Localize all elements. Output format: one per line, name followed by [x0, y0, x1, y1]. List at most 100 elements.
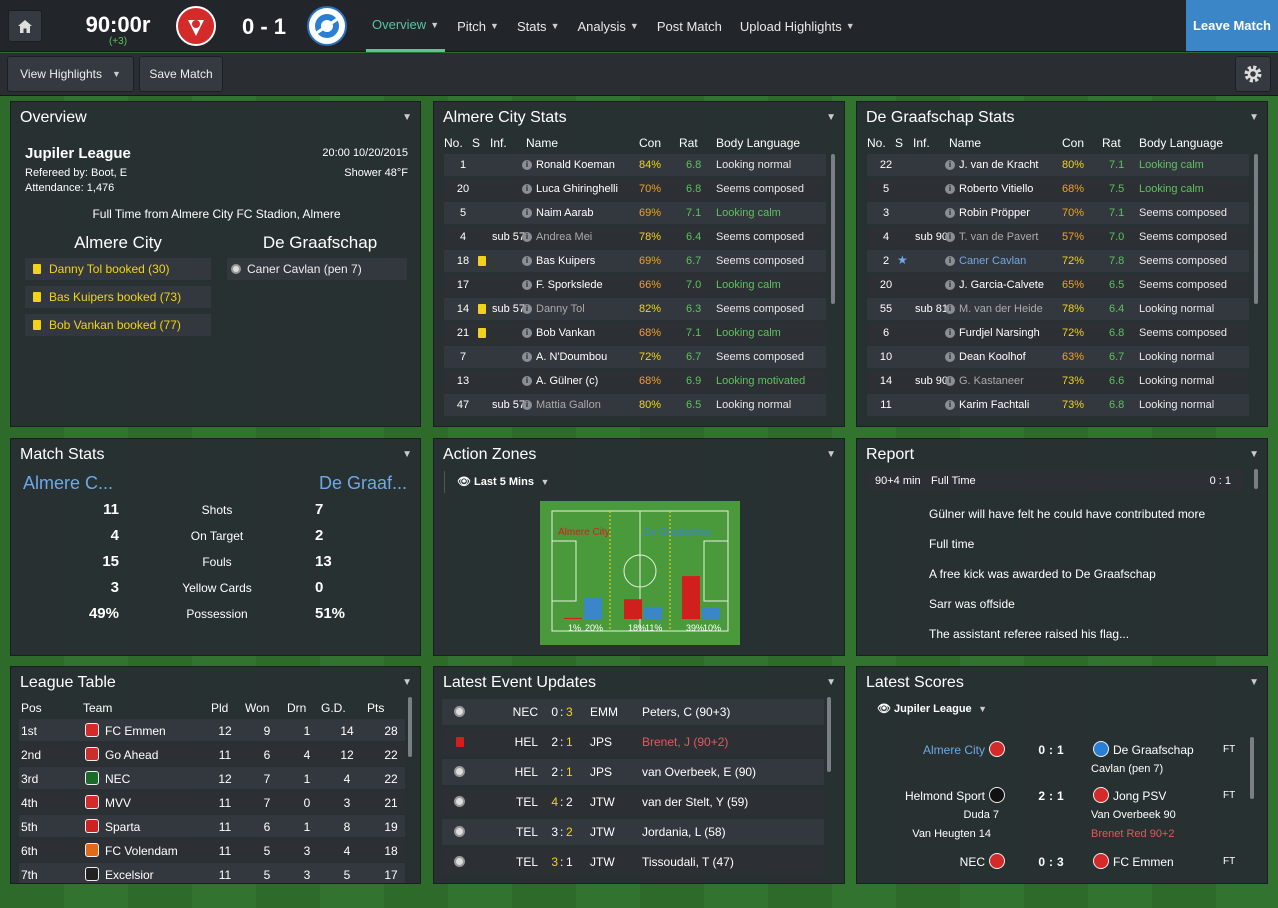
player-row[interactable]: 4 sub 57 i Andrea Mei 78% 6.4 Seems composed: [444, 226, 826, 248]
player-row[interactable]: 5 i Naim Aarab 69% 7.1 Looking calm: [444, 202, 826, 224]
info-icon[interactable]: i: [945, 232, 955, 242]
table-row[interactable]: 2nd Go Ahead 11 6 4 12 22: [19, 743, 405, 765]
team-name[interactable]: MVV: [105, 796, 131, 810]
info-icon[interactable]: i: [945, 400, 955, 410]
player-name[interactable]: J. Garcia-Calvete: [959, 279, 1044, 291]
player-name[interactable]: Luca Ghiringhelli: [536, 183, 618, 195]
scrollbar[interactable]: [1250, 737, 1254, 799]
player-row[interactable]: 2 ★ i Caner Cavlan 72% 7.8 Seems composed: [867, 250, 1249, 272]
team-name[interactable]: Excelsior: [105, 868, 154, 882]
player-name[interactable]: A. Gülner (c): [536, 375, 598, 387]
info-icon[interactable]: i: [522, 400, 532, 410]
info-icon[interactable]: i: [945, 352, 955, 362]
scrollbar[interactable]: [831, 154, 835, 304]
table-row[interactable]: 6th FC Volendam 11 5 3 4 18: [19, 839, 405, 861]
chevron-down-icon[interactable]: ▼: [1249, 677, 1259, 688]
info-icon[interactable]: i: [945, 328, 955, 338]
player-row[interactable]: 17 i F. Sporkslede 66% 7.0 Looking calm: [444, 274, 826, 296]
settings-button[interactable]: [1235, 56, 1271, 92]
team-name[interactable]: NEC: [105, 772, 130, 786]
info-icon[interactable]: i: [522, 160, 532, 170]
info-icon[interactable]: i: [522, 280, 532, 290]
scores-league-dropdown[interactable]: 👁 Jupiler League ▼: [877, 702, 987, 715]
table-row[interactable]: 4th MVV 11 7 0 3 21: [19, 791, 405, 813]
info-icon[interactable]: i: [945, 160, 955, 170]
player-row[interactable]: 21 i Bob Vankan 68% 7.1 Looking calm: [444, 322, 826, 344]
event-row[interactable]: NEC 0:3 EMM Peters, C (90+3): [442, 699, 824, 725]
chevron-down-icon[interactable]: ▼: [826, 112, 836, 123]
info-icon[interactable]: i: [945, 184, 955, 194]
info-icon[interactable]: i: [945, 208, 955, 218]
event-row[interactable]: TEL 3:1 JTW Tissoudali, T (47): [442, 849, 824, 875]
info-icon[interactable]: i: [945, 256, 955, 266]
save-match-button[interactable]: Save Match: [139, 56, 223, 92]
leave-match-button[interactable]: Leave Match: [1186, 0, 1278, 51]
player-row[interactable]: 20 i J. Garcia-Calvete 65% 6.5 Seems composed: [867, 274, 1249, 296]
chevron-down-icon[interactable]: ▼: [402, 112, 412, 123]
player-row[interactable]: 22 i J. van de Kracht 80% 7.1 Looking calm: [867, 154, 1249, 176]
player-name[interactable]: G. Kastaneer: [959, 375, 1024, 387]
event-row[interactable]: TEL 3:2 JTW Jordania, L (58): [442, 819, 824, 845]
chevron-down-icon[interactable]: ▼: [826, 677, 836, 688]
chevron-down-icon[interactable]: ▼: [1249, 449, 1259, 460]
table-row[interactable]: 7th Excelsior 11 5 3 5 17: [19, 863, 405, 883]
chevron-down-icon[interactable]: ▼: [826, 449, 836, 460]
player-row[interactable]: 47 sub 57 i Mattia Gallon 80% 6.5 Looking norm…: [444, 394, 826, 416]
player-row[interactable]: 4 sub 90 i T. van de Pavert 57% 7.0 Seems comp…: [867, 226, 1249, 248]
scrollbar[interactable]: [827, 697, 831, 772]
info-icon[interactable]: i: [522, 352, 532, 362]
player-name[interactable]: Bas Kuipers: [536, 255, 595, 267]
tab-post-match[interactable]: Post Match: [651, 0, 728, 52]
zone-filter-dropdown[interactable]: 👁 Last 5 Mins ▼: [444, 471, 564, 493]
player-row[interactable]: 1 i Ronald Koeman 84% 6.8 Looking normal: [444, 154, 826, 176]
player-name[interactable]: Furdjel Narsingh: [959, 327, 1040, 339]
chevron-down-icon[interactable]: ▼: [402, 449, 412, 460]
score-row[interactable]: NEC 0:3 FC Emmen FT: [865, 853, 1245, 873]
info-icon[interactable]: i: [522, 376, 532, 386]
info-icon[interactable]: i: [522, 256, 532, 266]
player-name[interactable]: Ronald Koeman: [536, 159, 615, 171]
team-name[interactable]: FC Volendam: [105, 844, 178, 858]
player-name[interactable]: Naim Aarab: [536, 207, 593, 219]
event-row[interactable]: HEL 2:1 JPS Brenet, J (90+2): [442, 729, 824, 755]
player-name[interactable]: T. van de Pavert: [959, 231, 1039, 243]
player-name[interactable]: F. Sporkslede: [536, 279, 603, 291]
score-row[interactable]: Helmond Sport 2:1 Jong PSV FT: [865, 787, 1245, 807]
info-icon[interactable]: i: [945, 304, 955, 314]
player-row[interactable]: 6 i Furdjel Narsingh 72% 6.8 Seems composed: [867, 322, 1249, 344]
player-name[interactable]: Roberto Vitiello: [959, 183, 1033, 195]
player-row[interactable]: 14 sub 57 i Danny Tol 82% 6.3 Seems composed: [444, 298, 826, 320]
info-icon[interactable]: i: [945, 280, 955, 290]
player-name[interactable]: J. van de Kracht: [959, 159, 1039, 171]
chevron-down-icon[interactable]: ▼: [402, 677, 412, 688]
player-name[interactable]: Caner Cavlan: [959, 255, 1026, 267]
scrollbar[interactable]: [1254, 469, 1258, 489]
info-icon[interactable]: i: [522, 328, 532, 338]
team-name[interactable]: Sparta: [105, 820, 140, 834]
player-row[interactable]: 13 i A. Gülner (c) 68% 6.9 Looking motivated: [444, 370, 826, 392]
player-name[interactable]: Danny Tol: [536, 303, 585, 315]
scrollbar[interactable]: [408, 697, 412, 757]
player-name[interactable]: Robin Pröpper: [959, 207, 1030, 219]
chevron-down-icon[interactable]: ▼: [1249, 112, 1259, 123]
scrollbar[interactable]: [1254, 154, 1258, 304]
player-name[interactable]: Mattia Gallon: [536, 399, 601, 411]
info-icon[interactable]: i: [522, 184, 532, 194]
table-row[interactable]: 5th Sparta 11 6 1 8 19: [19, 815, 405, 837]
tab-pitch[interactable]: Pitch ▼: [451, 0, 505, 52]
player-row[interactable]: 18 i Bas Kuipers 69% 6.7 Seems composed: [444, 250, 826, 272]
player-row[interactable]: 55 sub 81 i M. van der Heide 78% 6.4 Looking n…: [867, 298, 1249, 320]
view-highlights-dropdown[interactable]: View Highlights ▼: [7, 56, 134, 92]
tab-overview[interactable]: Overview ▼: [366, 0, 446, 52]
info-icon[interactable]: i: [522, 232, 532, 242]
team-name[interactable]: FC Emmen: [105, 724, 166, 738]
player-row[interactable]: 10 i Dean Koolhof 63% 6.7 Looking normal: [867, 346, 1249, 368]
event-row[interactable]: TEL 4:2 JTW van der Stelt, Y (59): [442, 789, 824, 815]
player-name[interactable]: Bob Vankan: [536, 327, 595, 339]
tab-upload-highlights[interactable]: Upload Highlights ▼: [734, 0, 861, 52]
info-icon[interactable]: i: [945, 376, 955, 386]
team-name[interactable]: Go Ahead: [105, 748, 158, 762]
player-name[interactable]: A. N'Doumbou: [536, 351, 607, 363]
score-row[interactable]: Almere City 0:1 De Graafschap FT: [865, 741, 1245, 761]
player-row[interactable]: 11 i Karim Fachtali 73% 6.8 Looking normal: [867, 394, 1249, 416]
